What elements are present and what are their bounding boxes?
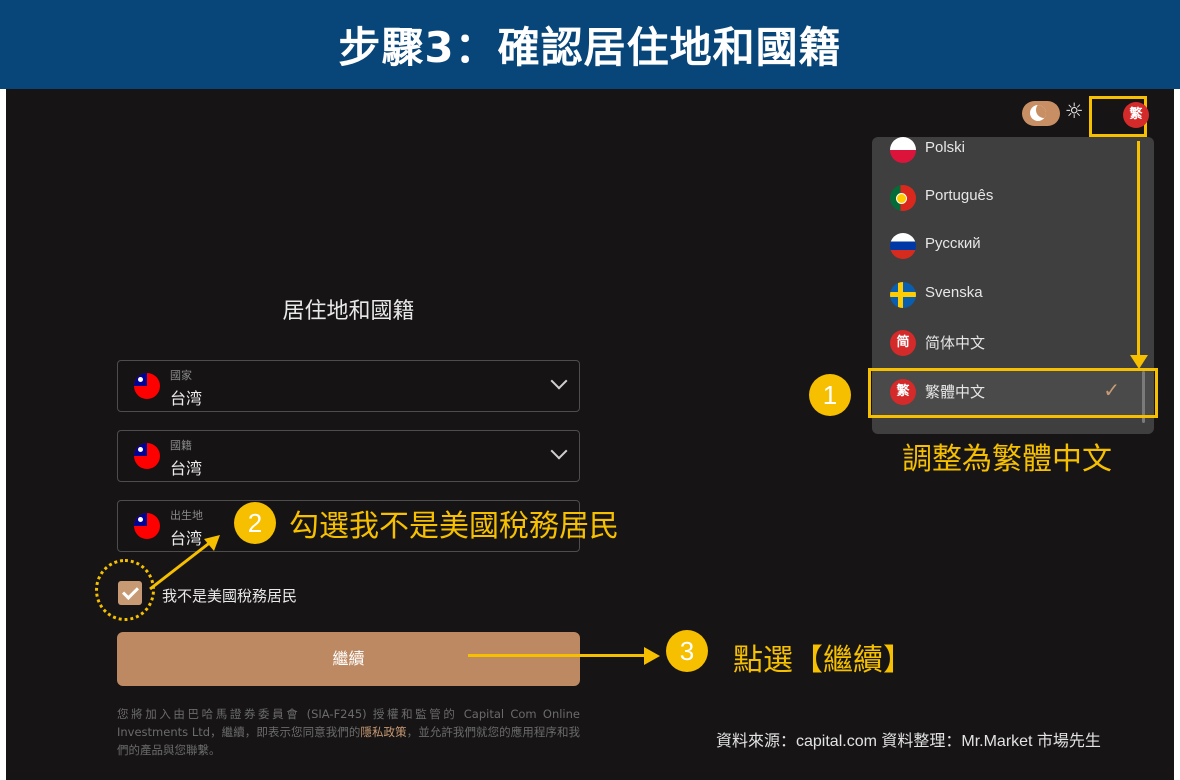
flag-portugal-icon bbox=[890, 185, 916, 211]
step-1-badge: 1 bbox=[809, 374, 851, 416]
title-banner: 步驟3：確認居住地和國籍 bbox=[0, 0, 1180, 89]
arrow-head-3-icon bbox=[644, 647, 660, 665]
step-2-badge: 2 bbox=[234, 502, 276, 544]
app-screen: ☼ 繁 Polski Português Русский Svenska 简 简… bbox=[6, 89, 1174, 780]
chevron-down-icon bbox=[550, 442, 568, 460]
moon-icon bbox=[1030, 105, 1046, 121]
lang-item-simplified-chinese[interactable]: 简 简体中文 bbox=[872, 319, 1154, 367]
nationality-value: 台湾 bbox=[170, 459, 203, 478]
flag-russia-icon bbox=[890, 233, 916, 259]
flag-taiwan-icon bbox=[134, 443, 160, 469]
flag-sweden-icon bbox=[890, 282, 916, 308]
language-switcher[interactable]: 繁 bbox=[1123, 102, 1149, 128]
continue-button[interactable]: 繼續 bbox=[117, 632, 580, 686]
lang-item-portugues[interactable]: Português bbox=[872, 174, 1154, 222]
lang-item-svenska[interactable]: Svenska bbox=[872, 271, 1154, 319]
flag-poland-icon bbox=[890, 137, 916, 163]
country-select[interactable]: 國家 台湾 bbox=[117, 360, 580, 412]
arrow-head-1-icon bbox=[1130, 355, 1148, 369]
disclaimer-text: 您將加入由巴哈馬證券委員會 (SIA-F245) 授權和監管的 Capital … bbox=[117, 705, 580, 759]
arrow-2-icon bbox=[149, 535, 220, 591]
checkbox-label: 我不是美國稅務居民 bbox=[162, 587, 298, 605]
chevron-down-icon bbox=[550, 372, 568, 390]
source-credit: 資料來源：capital.com 資料整理：Mr.Market 市場先生 bbox=[716, 733, 1101, 750]
step-3-text: 點選【繼續】 bbox=[733, 643, 913, 678]
lang-item-label: Polski bbox=[925, 139, 966, 156]
nationality-label: 國籍 bbox=[170, 439, 192, 452]
country-label: 國家 bbox=[170, 369, 192, 382]
annotation-arrow-3 bbox=[468, 654, 648, 657]
step-2-text: 勾選我不是美國稅務居民 bbox=[289, 509, 619, 544]
lang-item-label: Português bbox=[925, 187, 994, 204]
lang-item-label: Русский bbox=[925, 235, 981, 252]
nationality-select[interactable]: 國籍 台湾 bbox=[117, 430, 580, 482]
selected-language-highlight bbox=[868, 368, 1158, 418]
privacy-policy-link[interactable]: 隱私政策 bbox=[360, 725, 406, 739]
annotation-arrow-1 bbox=[1137, 141, 1140, 359]
flag-simplified-chinese-icon: 简 bbox=[890, 330, 916, 356]
sun-icon[interactable]: ☼ bbox=[1062, 99, 1086, 123]
country-value: 台湾 bbox=[170, 389, 203, 408]
form-title: 居住地和國籍 bbox=[282, 299, 415, 324]
lang-item-polski[interactable]: Polski bbox=[872, 137, 1154, 174]
flag-taiwan-icon bbox=[134, 373, 160, 399]
banner-title: 步驟3：確認居住地和國籍 bbox=[338, 23, 842, 72]
birthplace-label: 出生地 bbox=[170, 509, 203, 522]
lang-item-label: Svenska bbox=[925, 284, 983, 301]
not-us-tax-resident-checkbox[interactable] bbox=[118, 581, 142, 605]
lang-item-label: 简体中文 bbox=[925, 335, 986, 352]
lang-item-russian[interactable]: Русский bbox=[872, 222, 1154, 270]
step-3-badge: 3 bbox=[666, 630, 708, 672]
step-1-text: 調整為繁體中文 bbox=[902, 442, 1112, 477]
theme-toggle[interactable] bbox=[1022, 101, 1060, 126]
